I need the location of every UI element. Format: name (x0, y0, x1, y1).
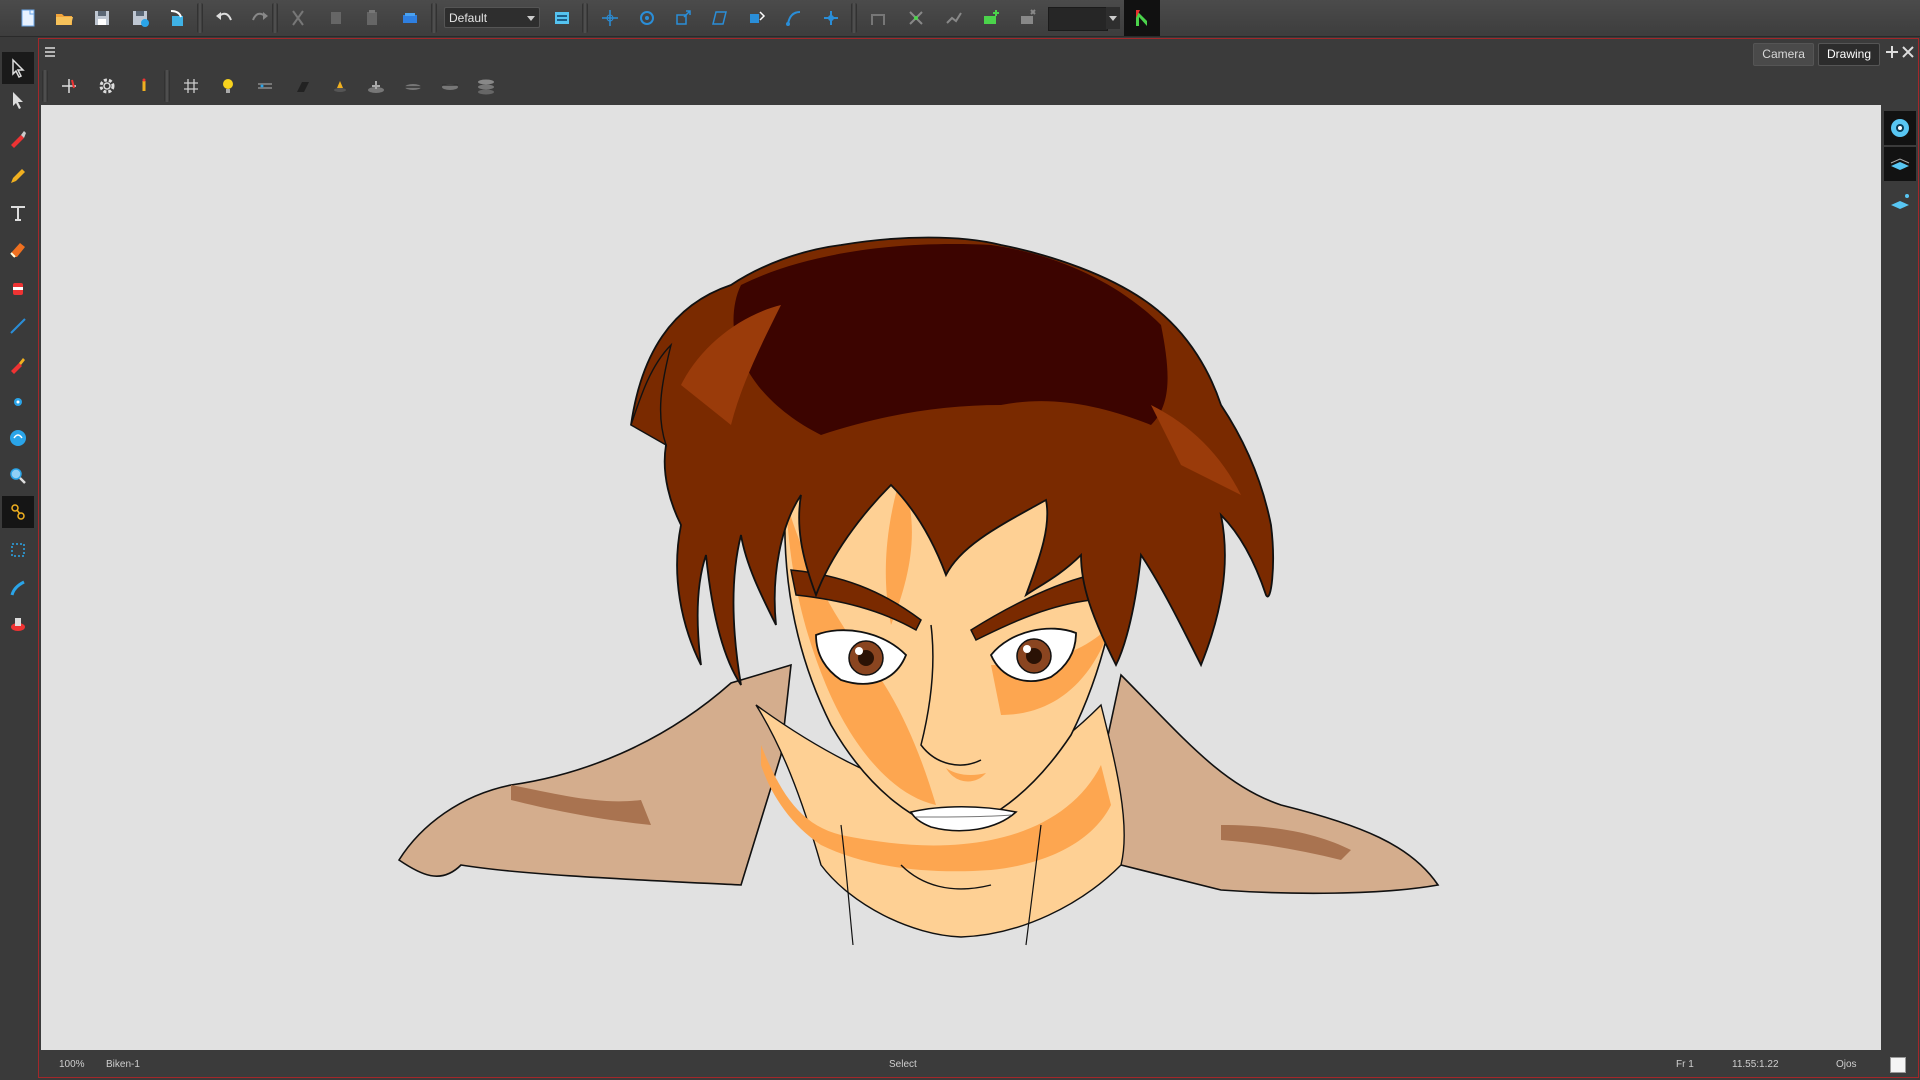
color-art-icon[interactable] (361, 71, 391, 101)
skew-icon[interactable] (706, 4, 734, 32)
text-tool-icon[interactable] (2, 197, 34, 229)
line-art-layer-icon[interactable] (1884, 147, 1916, 181)
tab-camera[interactable]: Camera (1753, 43, 1814, 66)
paste-icon[interactable] (358, 4, 386, 32)
library-icon[interactable] (396, 4, 424, 32)
launcher-icon[interactable] (1124, 0, 1160, 36)
bone-icon[interactable] (864, 4, 892, 32)
new-scene-icon[interactable] (14, 4, 42, 32)
stroke-tool-icon[interactable] (2, 572, 34, 604)
save-as-icon[interactable] (126, 4, 154, 32)
onion-skin-icon[interactable] (250, 71, 280, 101)
view-mode-eye-icon[interactable] (1884, 111, 1916, 145)
view-menu-icon[interactable] (44, 45, 58, 59)
cursor-coordinates: 11.55:1.22 (1732, 1059, 1779, 1070)
layer-color-toggle[interactable] (1890, 1057, 1906, 1073)
line-art-icon[interactable] (398, 71, 428, 101)
undo-icon[interactable] (210, 4, 238, 32)
save-icon[interactable] (88, 4, 116, 32)
spline-offset-icon[interactable] (780, 4, 808, 32)
grid-icon[interactable] (176, 71, 206, 101)
ink-tool-icon[interactable] (2, 608, 34, 640)
import-icon[interactable] (163, 4, 191, 32)
pivot-tool-icon[interactable] (2, 386, 34, 418)
cut-icon[interactable] (284, 4, 312, 32)
open-scene-icon[interactable] (50, 4, 78, 32)
chevron-down-icon[interactable] (1106, 7, 1120, 29)
eraser-tool-icon[interactable] (2, 234, 34, 266)
main-toolbar: Default (0, 0, 1920, 37)
scale-icon[interactable] (669, 4, 697, 32)
reset-pan-icon[interactable] (54, 71, 84, 101)
view-side-toolbar (1882, 105, 1918, 1050)
add-keyframe-icon[interactable] (977, 4, 1005, 32)
drawing-view-toolbar (40, 68, 940, 104)
frame-number: Fr 1 (1676, 1059, 1694, 1070)
tools-toolbar (0, 50, 36, 1078)
status-bar: 100% Biken-1 Select Fr 1 11.55:1.22 Ojos (41, 1051, 1918, 1077)
zoom-tool-icon[interactable] (2, 460, 34, 492)
pivot-icon[interactable] (817, 4, 845, 32)
light-bulb-icon[interactable] (213, 71, 243, 101)
reset-icon[interactable] (1014, 4, 1042, 32)
rotate-icon[interactable] (633, 4, 661, 32)
character-drawing (397, 236, 1440, 946)
shade-icon[interactable] (288, 71, 318, 101)
color-swatch[interactable] (1048, 7, 1108, 31)
layer-stack-icon[interactable] (471, 71, 501, 101)
chevron-down-icon (527, 16, 535, 21)
overlay-icon[interactable] (435, 71, 465, 101)
drawing-canvas[interactable] (41, 105, 1881, 1050)
current-layer: Ojos (1836, 1059, 1857, 1070)
redo-icon[interactable] (246, 4, 274, 32)
settings-gear-icon[interactable] (92, 71, 122, 101)
morph-tool-icon[interactable] (2, 422, 34, 454)
select-tool-icon[interactable] (2, 52, 34, 84)
cutter-tool-icon[interactable] (2, 534, 34, 566)
transform-icon[interactable] (596, 4, 624, 32)
workspace-value: Default (449, 11, 488, 25)
add-view-icon[interactable] (1884, 44, 1900, 60)
color-art-layer-icon[interactable] (1884, 185, 1916, 219)
maintain-size-icon[interactable] (743, 4, 771, 32)
copy-icon[interactable] (322, 4, 350, 32)
pencil-tool-icon[interactable] (2, 160, 34, 192)
view-tabs: Camera Drawing (1753, 43, 1880, 66)
underlay-icon[interactable] (325, 71, 355, 101)
current-tool: Select (889, 1059, 917, 1070)
kinematic-icon[interactable] (902, 4, 930, 32)
ik-icon[interactable] (940, 4, 968, 32)
workspace-manager-icon[interactable] (548, 4, 576, 32)
drawing-name: Biken-1 (106, 1059, 140, 1070)
light-table-icon[interactable] (129, 71, 159, 101)
zoom-level[interactable]: 100% (59, 1059, 85, 1070)
contour-editor-icon[interactable] (2, 84, 34, 116)
line-tool-icon[interactable] (2, 310, 34, 342)
tab-drawing[interactable]: Drawing (1817, 43, 1880, 66)
brush-tool-icon[interactable] (2, 122, 34, 154)
rigging-tool-icon[interactable] (2, 496, 34, 528)
workspace-dropdown[interactable]: Default (444, 7, 540, 28)
close-icon[interactable] (1900, 44, 1916, 60)
paint-tool-icon[interactable] (2, 272, 34, 304)
dropper-tool-icon[interactable] (2, 348, 34, 380)
